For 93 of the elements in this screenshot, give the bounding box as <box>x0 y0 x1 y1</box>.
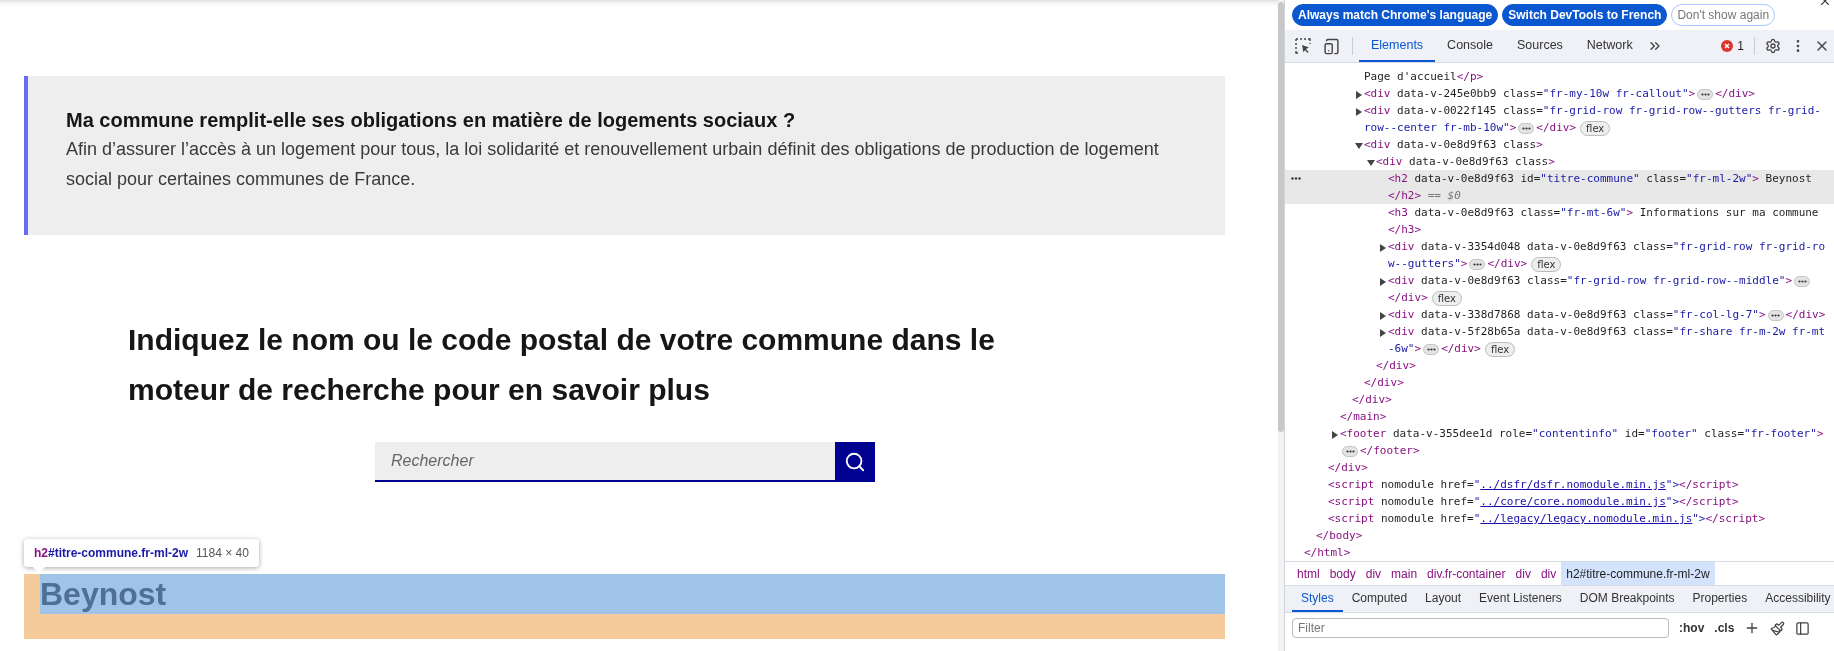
collapsed-arrow-icon[interactable] <box>1379 244 1387 252</box>
dom-node[interactable]: Page d'accueil</p> <box>1285 68 1834 85</box>
dom-node[interactable]: <div data-v-0022f145 class="fr-grid-row fr-grid-row--gutters fr-grid-row--center fr-mb-10w"> </div> flex <box>1285 102 1834 136</box>
breadcrumb[interactable]: div.fr-container <box>1422 562 1511 585</box>
layout-badge[interactable]: flex <box>1531 256 1562 272</box>
collapsed-arrow-icon[interactable] <box>1355 108 1363 116</box>
breadcrumb[interactable]: body <box>1324 562 1361 585</box>
breadcrumb[interactable]: html <box>1292 562 1325 585</box>
dom-node[interactable]: <script nomodule href="../dsfr/dsfr.nomodule.min.js"></script> <box>1285 476 1834 493</box>
device-toolbar-icon[interactable] <box>1323 37 1340 55</box>
ellipsis-button[interactable] <box>1767 309 1784 321</box>
closing-tag: </div> <box>1285 374 1834 391</box>
dots-icon <box>1700 92 1710 96</box>
settings-icon[interactable] <box>1765 38 1781 54</box>
ellipsis-button[interactable] <box>1469 258 1486 270</box>
dom-node[interactable]: <div data-v-0e8d9f63 class> <box>1285 136 1834 153</box>
language-button[interactable]: Always match Chrome's language <box>1292 4 1499 26</box>
search-heading: Indiquez le nom ou le code postal de votre commune dans le moteur de recherche pour en savoir plus <box>128 322 996 408</box>
closing-tag: </html> <box>1285 544 1834 561</box>
closing-tag: </div> <box>1285 459 1834 476</box>
collapsed-arrow-icon[interactable] <box>1331 431 1339 439</box>
panel-tab[interactable]: Network <box>1574 30 1645 62</box>
sidebar-tab[interactable]: Accessibility <box>1756 586 1834 612</box>
filter-field[interactable]: Filter <box>1292 618 1669 638</box>
dom-node[interactable]: <script nomodule href="../core/core.nomodule.min.js"></script> <box>1285 493 1834 510</box>
layout-badge[interactable]: flex <box>1431 290 1462 306</box>
ellipsis-button[interactable] <box>1423 343 1440 355</box>
collapsed-arrow-icon[interactable] <box>1379 278 1387 286</box>
dom-node[interactable]: <h2 data-v-0e8d9f63 id="titre-commune" class="fr-ml-2w"> Beynost </h2> == $0 <box>1285 170 1834 204</box>
inspect-icon[interactable] <box>1295 38 1311 54</box>
dom-node[interactable]: <div data-v-0e8d9f63 class="fr-grid-row fr-grid-row--middle"> </div> flex <box>1285 272 1834 306</box>
search-button[interactable] <box>835 442 875 482</box>
dom-node[interactable]: <div data-v-245e0bb9 class="fr-my-10w fr-callout"> </div> <box>1285 85 1834 102</box>
sidebar-tab[interactable]: Layout <box>1416 586 1471 612</box>
closing-tag: </div> <box>1285 391 1834 408</box>
dom-node[interactable]: <h3 data-v-0e8d9f63 class="fr-mt-6w"> Informations sur ma commune </h3> <box>1285 204 1834 238</box>
language-button[interactable]: Don't show again <box>1671 4 1776 26</box>
expanded-arrow-icon[interactable] <box>1367 159 1375 167</box>
breadcrumb[interactable]: main <box>1386 562 1423 585</box>
panel-tab[interactable]: Elements <box>1359 30 1436 62</box>
dom-node[interactable]: <div data-v-338d7868 data-v-0e8d9f63 class="fr-col-lg-7"> </div> <box>1285 306 1834 323</box>
closing-tag: </main> <box>1285 408 1834 425</box>
search-field[interactable]: Rechercher <box>375 442 835 482</box>
sidebar-tab[interactable]: DOM Breakpoints <box>1570 586 1684 612</box>
dom-node[interactable]: <div data-v-0e8d9f63 class> <box>1285 153 1834 170</box>
ellipsis-button[interactable] <box>1342 445 1358 457</box>
collapsed-arrow-icon[interactable] <box>1355 91 1363 99</box>
dom-node[interactable]: <footer data-v-355dee1d role="contentinfo" id="footer" class="fr-footer"> </footer> <box>1285 425 1834 459</box>
dots-icon <box>1426 347 1436 351</box>
collapsed-arrow-icon[interactable] <box>1379 312 1387 320</box>
panel-tab[interactable]: Sources <box>1505 30 1575 62</box>
panel-tab[interactable]: Console <box>1435 30 1505 62</box>
dots-icon <box>1345 449 1355 453</box>
expanded-arrow-icon[interactable] <box>1355 142 1363 150</box>
error-icon <box>1721 40 1734 52</box>
ellipsis-button[interactable] <box>1697 88 1714 100</box>
layout-badge[interactable]: flex <box>1580 120 1611 136</box>
dom-node[interactable]: <div data-v-5f28b65a data-v-0e8d9f63 class="fr-share fr-m-2w fr-mt-6w"> </div> flex <box>1285 323 1834 357</box>
commune-title: Beynost <box>40 575 167 614</box>
search-icon <box>844 451 866 473</box>
dom-node[interactable]: <div data-v-3354d048 data-v-0e8d9f63 class="fr-grid-row fr-grid-row--gutters"> </div> flex <box>1285 238 1834 272</box>
callout-title: Ma commune remplit-elle ses obligations en matière de logements sociaux ? <box>66 108 797 133</box>
sidebar-toggle-icon[interactable] <box>1795 620 1811 636</box>
element-selector: h2#titre-commune.fr-ml-2w <box>34 545 189 562</box>
sidebar-tab[interactable]: Computed <box>1342 586 1417 612</box>
breadcrumb[interactable]: div <box>1535 562 1562 585</box>
style-toggle[interactable]: .cls <box>1714 619 1735 637</box>
dots-icon <box>1473 262 1482 266</box>
error-count: 1 <box>1737 38 1744 55</box>
closing-tag: </div> <box>1285 357 1834 374</box>
collapsed-arrow-icon[interactable] <box>1379 329 1387 337</box>
callout-text: Afin d’assurer l’accès à un logement pour tous, la loi solidarité et renouvellement urbain définit des obligations de production de logement social pour certaines communes de France. <box>66 138 1160 191</box>
scrollbar-thumb[interactable] <box>1278 2 1284 432</box>
sidebar-tab[interactable]: Event Listeners <box>1470 586 1571 612</box>
closing-tag: </body> <box>1285 527 1834 544</box>
dom-node[interactable]: <script nomodule href="../legacy/legacy.nomodule.min.js"></script> <box>1285 510 1834 527</box>
dots-icon <box>1797 279 1807 283</box>
sidebar-tab[interactable]: Styles <box>1292 586 1343 612</box>
language-button[interactable]: Switch DevTools to French <box>1502 4 1668 26</box>
breadcrumb[interactable]: h2#titre-commune.fr-ml-2w <box>1561 562 1715 585</box>
ellipsis-button[interactable] <box>1518 122 1535 134</box>
breadcrumb[interactable]: div <box>1510 562 1536 585</box>
paintbrush-icon[interactable] <box>1770 620 1786 636</box>
sidebar-tab[interactable]: Properties <box>1683 586 1757 612</box>
more-icon[interactable] <box>1291 177 1301 180</box>
error-counter[interactable]: 1 <box>1721 37 1755 55</box>
breadcrumb[interactable]: div <box>1360 562 1387 585</box>
ellipsis-button[interactable] <box>1794 275 1810 287</box>
dots-icon <box>1521 126 1531 130</box>
dots-icon <box>1771 313 1780 317</box>
style-toggle[interactable]: :hov <box>1679 619 1705 637</box>
layout-badge[interactable]: flex <box>1484 341 1516 357</box>
element-size: 1184 × 40 <box>196 545 249 562</box>
